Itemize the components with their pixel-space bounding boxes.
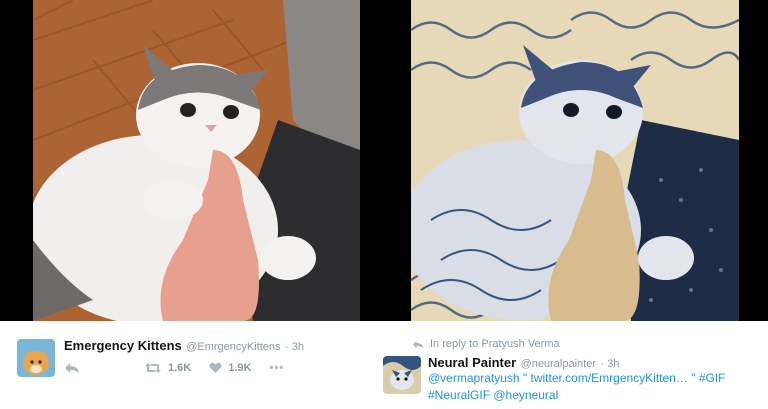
original-tweet-card: Emergency Kittens @EmrgencyKittens · 3h … — [0, 321, 384, 409]
hashtag-link[interactable]: #NeuralGIF — [428, 388, 490, 402]
heart-icon — [209, 362, 222, 373]
reply-context-text: In reply to Pratyush Verma — [430, 338, 560, 350]
kitten-avatar-icon[interactable] — [17, 339, 55, 377]
like-button[interactable]: 1.9K — [209, 362, 252, 374]
neural-painted-cat-image[interactable] — [411, 0, 739, 321]
tweet-line-1: @vermapratyush " twitter.com/EmrgencyKit… — [428, 370, 725, 387]
retweet-icon — [145, 363, 161, 373]
tweet-line-2: #NeuralGIF @heyneural — [428, 387, 725, 404]
tweet-time[interactable]: · 3h — [600, 358, 619, 370]
reply-icon — [412, 340, 424, 348]
quote-open: " — [519, 371, 531, 385]
painting-avatar-icon[interactable] — [383, 356, 421, 394]
display-name[interactable]: Emergency Kittens — [64, 338, 182, 353]
quote-close: " — [687, 371, 699, 385]
mention-link[interactable]: @heyneural — [493, 388, 558, 402]
more-options-button[interactable]: ••• — [270, 362, 285, 374]
mention-link[interactable]: @vermapratyush — [428, 371, 520, 385]
reply-button[interactable] — [64, 362, 86, 374]
reply-icon — [65, 363, 79, 373]
original-cat-photo[interactable] — [33, 0, 360, 321]
user-handle[interactable]: @neuralpainter — [521, 358, 596, 370]
tweet-actions: 1.6K 1.9K ••• — [64, 362, 302, 374]
reply-tweet-card: In reply to Pratyush Verma Neural Painte… — [383, 321, 768, 409]
tweet-url-link[interactable]: twitter.com/EmrgencyKitten… — [530, 371, 687, 385]
hashtag-link[interactable]: #GIF — [699, 371, 726, 385]
tweet-body: @vermapratyush " twitter.com/EmrgencyKit… — [428, 370, 725, 404]
tweet-header: Emergency Kittens @EmrgencyKittens · 3h — [64, 337, 304, 355]
display-name[interactable]: Neural Painter — [428, 355, 516, 370]
retweet-count: 1.6K — [168, 362, 192, 374]
more-icon: ••• — [269, 362, 285, 374]
tweet-time[interactable]: · 3h — [285, 341, 304, 353]
image-band — [0, 0, 768, 321]
user-handle[interactable]: @EmrgencyKittens — [186, 341, 280, 353]
like-count: 1.9K — [228, 362, 252, 374]
reply-context[interactable]: In reply to Pratyush Verma — [412, 338, 560, 350]
retweet-button[interactable]: 1.6K — [144, 362, 191, 374]
